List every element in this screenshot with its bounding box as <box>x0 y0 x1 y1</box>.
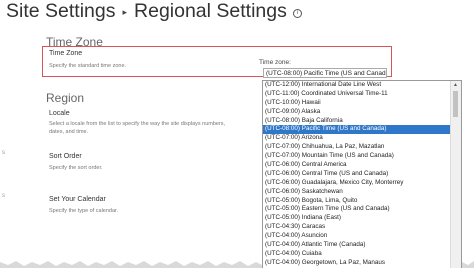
info-icon[interactable]: i <box>292 9 302 18</box>
sort-order-section-title: Sort Order <box>49 153 82 160</box>
time-zone-option[interactable]: (UTC-06:00) Guadalajara, Mexico City, Mo… <box>263 179 451 188</box>
breadcrumb-site-settings[interactable]: Site Settings <box>6 0 115 23</box>
page-title-text: Regional Settings <box>134 0 287 22</box>
sort-order-section-description: Specify the sort order. <box>49 165 103 171</box>
torn-edge <box>0 261 474 268</box>
time-zone-option[interactable]: (UTC-06:00) Central America <box>263 161 451 170</box>
time-zone-option[interactable]: (UTC-08:00) Baja California <box>263 117 451 126</box>
time-zone-option[interactable]: (UTC-05:00) Indiana (East) <box>263 214 451 223</box>
time-zone-option[interactable]: (UTC-05:00) Bogota, Lima, Quito <box>263 197 451 206</box>
region-group-title: Region <box>46 91 85 105</box>
time-zone-option[interactable]: (UTC-07:00) Arizona <box>263 134 451 143</box>
time-zone-option[interactable]: (UTC-10:00) Hawaii <box>263 99 451 108</box>
time-zone-option[interactable]: (UTC-04:00) Asuncion <box>263 232 451 241</box>
calendar-section-title: Set Your Calendar <box>49 196 106 203</box>
dropdown-scrollbar[interactable]: ▲ <box>450 81 461 268</box>
time-zone-option[interactable]: (UTC-04:30) Caracas <box>263 223 451 232</box>
time-zone-option[interactable]: (UTC-07:00) Mountain Time (US and Canada… <box>263 152 451 161</box>
page-title: Site Settings ▸ Regional Settings i <box>6 0 302 23</box>
time-zone-option[interactable]: (UTC-06:00) Saskatchewan <box>263 188 451 197</box>
time-zone-option[interactable]: (UTC-09:00) Alaska <box>263 108 451 117</box>
calendar-section-description: Specify the type of calendar. <box>49 208 119 214</box>
breadcrumb-separator-icon: ▸ <box>122 7 128 17</box>
time-zone-dropdown-list[interactable]: (UTC-12:00) International Date Line West… <box>262 80 462 268</box>
left-edge-mark: s <box>2 150 5 156</box>
up-arrow-icon[interactable]: ▲ <box>453 82 458 88</box>
left-edge-mark: s <box>2 193 5 199</box>
time-zone-field-label: Time zone: <box>259 59 291 66</box>
time-zone-option[interactable]: (UTC-06:00) Central Time (US and Canada) <box>263 170 451 179</box>
time-zone-option[interactable]: (UTC-07:00) Chihuahua, La Paz, Mazatlan <box>263 143 451 152</box>
time-zone-option[interactable]: (UTC-04:00) Atlantic Time (Canada) <box>263 241 451 250</box>
time-zone-option[interactable]: (UTC-12:00) International Date Line West <box>263 81 451 90</box>
time-zone-option[interactable]: (UTC-05:00) Eastern Time (US and Canada) <box>263 205 451 214</box>
time-zone-section-description: Specify the standard time zone. <box>49 63 127 69</box>
locale-section-title: Locale <box>49 110 70 117</box>
time-zone-section-title: Time Zone <box>49 50 83 57</box>
locale-description-line2: dates, and time. <box>49 129 89 135</box>
time-zone-options: (UTC-12:00) International Date Line West… <box>263 81 451 268</box>
time-zone-select[interactable]: (UTC-08:00) Pacific Time (US and Canada) <box>263 68 387 78</box>
scrollbar-thumb[interactable] <box>453 91 458 117</box>
time-zone-option[interactable]: (UTC-11:00) Coordinated Universal Time-1… <box>263 90 451 99</box>
locale-description-line1: Select a locale from the list to specify… <box>49 121 226 127</box>
locale-section-description: Select a locale from the list to specify… <box>49 120 225 136</box>
time-zone-option[interactable]: (UTC-08:00) Pacific Time (US and Canada) <box>263 125 451 135</box>
